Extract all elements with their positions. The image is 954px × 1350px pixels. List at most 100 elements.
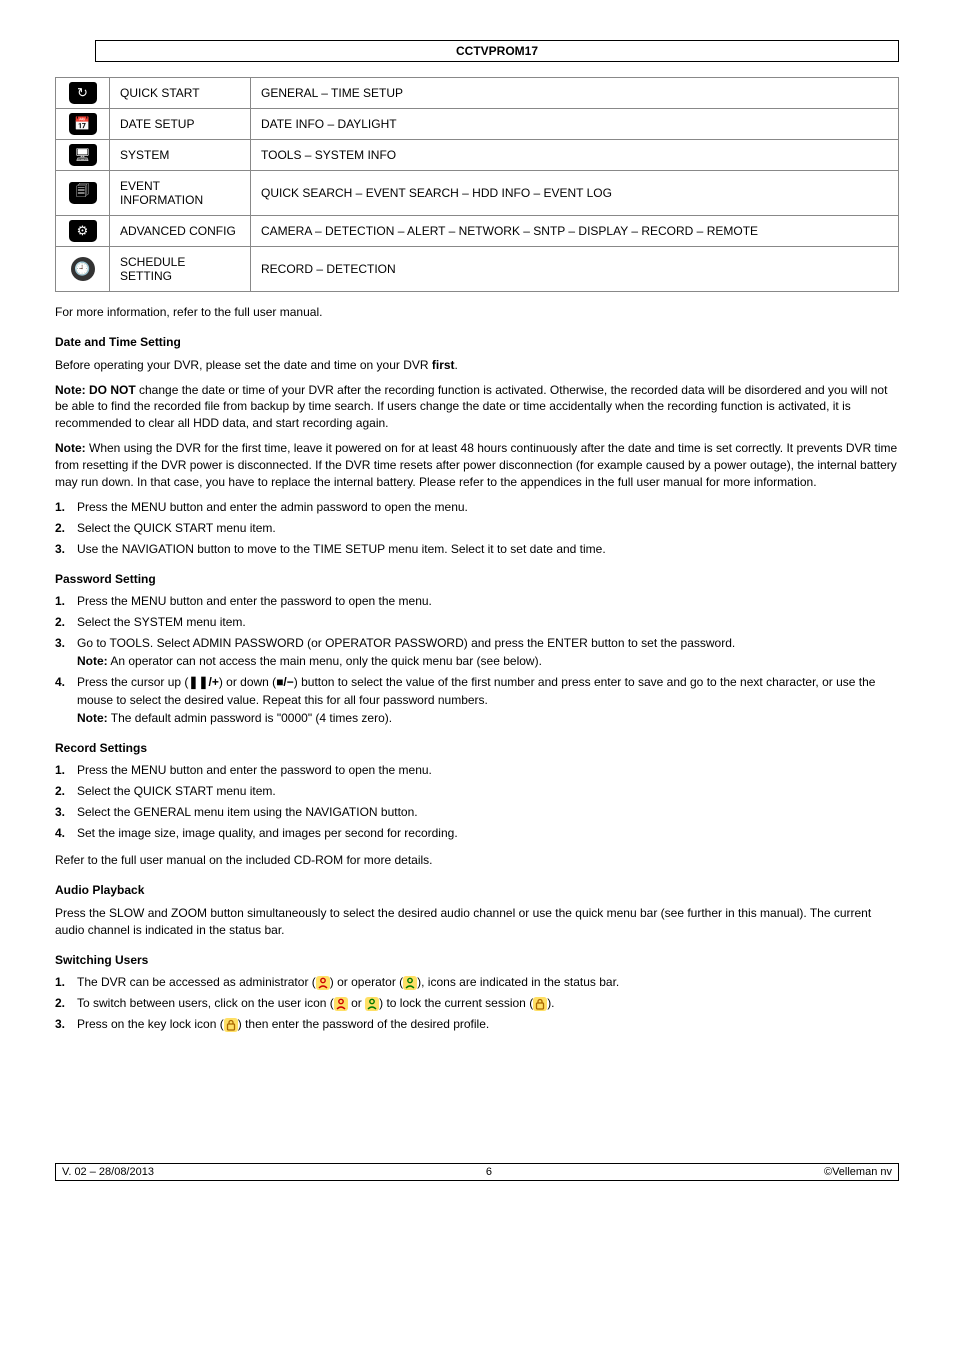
admin-user-icon <box>316 976 330 990</box>
cursor-up-icon: ❚❚/+ <box>188 673 218 691</box>
menu-icon-cell: 🖥 <box>56 140 110 171</box>
section-title-audio: Audio Playback <box>55 883 899 897</box>
list-item: 3.Use the NAVIGATION button to move to t… <box>55 540 899 558</box>
step-text: Select the GENERAL menu item using the N… <box>77 803 899 821</box>
step-part: The DVR can be accessed as administrator… <box>77 975 316 989</box>
menu-icon-cell: 🕘 <box>56 247 110 292</box>
list-item: 3. Go to TOOLS. Select ADMIN PASSWORD (o… <box>55 634 899 670</box>
footer-version: V. 02 – 28/08/2013 <box>62 1166 154 1178</box>
list-item: 4.Set the image size, image quality, and… <box>55 824 899 842</box>
list-item: 2. To switch between users, click on the… <box>55 994 899 1012</box>
table-row: 🕘 SCHEDULE SETTINGRECORD – DETECTION <box>56 247 899 292</box>
audio-body: Press the SLOW and ZOOM button simultane… <box>55 905 899 939</box>
operator-user-icon <box>365 997 379 1011</box>
step-part: ), icons are indicated in the status bar… <box>417 975 619 989</box>
list-item: 3.Select the GENERAL menu item using the… <box>55 803 899 821</box>
step-text: Select the QUICK START menu item. <box>77 782 899 800</box>
step-text: Go to TOOLS. Select ADMIN PASSWORD (or O… <box>77 634 899 670</box>
note-body: The default admin password is "0000" (4 … <box>108 711 392 725</box>
operator-user-icon <box>403 976 417 990</box>
more-info-note: For more information, refer to the full … <box>55 304 899 321</box>
table-row: ↻QUICK STARTGENERAL – TIME SETUP <box>56 78 899 109</box>
step-text: Select the SYSTEM menu item. <box>77 613 899 631</box>
menu-desc-cell: CAMERA – DETECTION – ALERT – NETWORK – S… <box>251 216 899 247</box>
menu-name-cell: SYSTEM <box>110 140 251 171</box>
step-text: Press the MENU button and enter the admi… <box>77 498 899 516</box>
menu-icon-cell: ⚙ <box>56 216 110 247</box>
step-text: Press the MENU button and enter the pass… <box>77 592 899 610</box>
menu-table: ↻QUICK STARTGENERAL – TIME SETUP 📅 DATE SE… <box>55 77 899 292</box>
menu-icon: 📅 <box>69 113 97 135</box>
step-part: To switch between users, click on the us… <box>77 996 334 1010</box>
datetime-intro: Before operating your DVR, please set th… <box>55 357 899 374</box>
list-item: 1.Press the MENU button and enter the pa… <box>55 761 899 779</box>
menu-name-cell: ADVANCED CONFIG <box>110 216 251 247</box>
page-footer: V. 02 – 28/08/2013 6 ©Velleman nv <box>55 1163 899 1181</box>
record-tail: Refer to the full user manual on the inc… <box>55 852 899 869</box>
step-part: ) or down ( <box>219 675 276 689</box>
list-item: 2.Select the QUICK START menu item. <box>55 519 899 537</box>
menu-name-cell: DATE SETUP <box>110 109 251 140</box>
table-row: 📅DATE SETUPDATE INFO – DAYLIGHT <box>56 109 899 140</box>
record-steps: 1.Press the MENU button and enter the pa… <box>55 761 899 842</box>
menu-desc-cell: RECORD – DETECTION <box>251 247 899 292</box>
step-part: ) to lock the current session ( <box>379 996 533 1010</box>
table-row: ⚙ ADVANCED CONFIGCAMERA – DETECTION – ALE… <box>56 216 899 247</box>
datetime-steps: 1.Press the MENU button and enter the ad… <box>55 498 899 558</box>
section-title-password: Password Setting <box>55 572 899 586</box>
step-part: Press on the key lock icon ( <box>77 1017 224 1031</box>
step-text: Set the image size, image quality, and i… <box>77 824 899 842</box>
footer-copyright: ©Velleman nv <box>824 1166 892 1178</box>
step-body: Go to TOOLS. Select ADMIN PASSWORD (or O… <box>77 636 735 650</box>
intro-post: . <box>455 358 458 372</box>
note-lead: Note: <box>55 441 86 455</box>
step-part: or <box>348 996 365 1010</box>
list-item: 2.Select the QUICK START menu item. <box>55 782 899 800</box>
doc-title: CCTVPROM17 <box>456 44 538 58</box>
list-item: 1. The DVR can be accessed as administra… <box>55 973 899 991</box>
step-text: Press on the key lock icon ( ) then enter… <box>77 1015 899 1033</box>
step-text: The DVR can be accessed as administrator… <box>77 973 899 991</box>
section-title-record: Record Settings <box>55 741 899 755</box>
step-part: ) then enter the password of the desired… <box>238 1017 489 1031</box>
step-part: ) or operator ( <box>330 975 403 989</box>
section-title-datetime: Date and Time Setting <box>55 335 899 349</box>
step-part: Press the cursor up ( <box>77 675 188 689</box>
intro-bold: first <box>432 358 455 372</box>
admin-user-icon <box>334 997 348 1011</box>
list-item: 1.Press the MENU button and enter the ad… <box>55 498 899 516</box>
menu-icon-cell: 🗐 <box>56 171 110 216</box>
note-body: An operator can not access the main menu… <box>108 654 542 668</box>
menu-desc-cell: TOOLS – SYSTEM INFO <box>251 140 899 171</box>
note-lead: Note: DO NOT <box>55 383 136 397</box>
users-steps: 1. The DVR can be accessed as administra… <box>55 973 899 1033</box>
table-row: 🗐EVENT INFORMATIONQUICK SEARCH – EVENT S… <box>56 171 899 216</box>
list-item: 3. Press on the key lock icon () then en… <box>55 1015 899 1033</box>
lock-icon <box>224 1018 238 1032</box>
note-body: change the date or time of your DVR afte… <box>55 383 887 431</box>
datetime-note1: Note: DO NOT change the date or time of … <box>55 382 899 432</box>
step-text: Press the MENU button and enter the pass… <box>77 761 899 779</box>
footer-page-number: 6 <box>154 1166 824 1178</box>
list-item: 1.Press the MENU button and enter the pa… <box>55 592 899 610</box>
list-item: 2.Select the SYSTEM menu item. <box>55 613 899 631</box>
password-steps: 1.Press the MENU button and enter the pa… <box>55 592 899 727</box>
table-row: 🖥SYSTEMTOOLS – SYSTEM INFO <box>56 140 899 171</box>
menu-name-cell: SCHEDULE SETTING <box>110 247 251 292</box>
lock-icon <box>533 997 547 1011</box>
menu-icon: 🗐 <box>69 182 97 204</box>
menu-desc-cell: QUICK SEARCH – EVENT SEARCH – HDD INFO –… <box>251 171 899 216</box>
step-part: ). <box>547 996 554 1010</box>
menu-icon-cell: 📅 <box>56 109 110 140</box>
menu-icon: ⚙ <box>69 220 97 242</box>
section-title-users: Switching Users <box>55 953 899 967</box>
menu-name-cell: QUICK START <box>110 78 251 109</box>
menu-desc-cell: GENERAL – TIME SETUP <box>251 78 899 109</box>
note-lead: Note: <box>77 711 108 725</box>
menu-icon: 🕘 <box>71 257 95 281</box>
step-text: To switch between users, click on the us… <box>77 994 899 1012</box>
note-lead: Note: <box>77 654 108 668</box>
note-body: When using the DVR for the first time, l… <box>55 441 897 489</box>
list-item: 4. Press the cursor up (❚❚/+) or down (■… <box>55 673 899 727</box>
menu-icon-cell: ↻ <box>56 78 110 109</box>
